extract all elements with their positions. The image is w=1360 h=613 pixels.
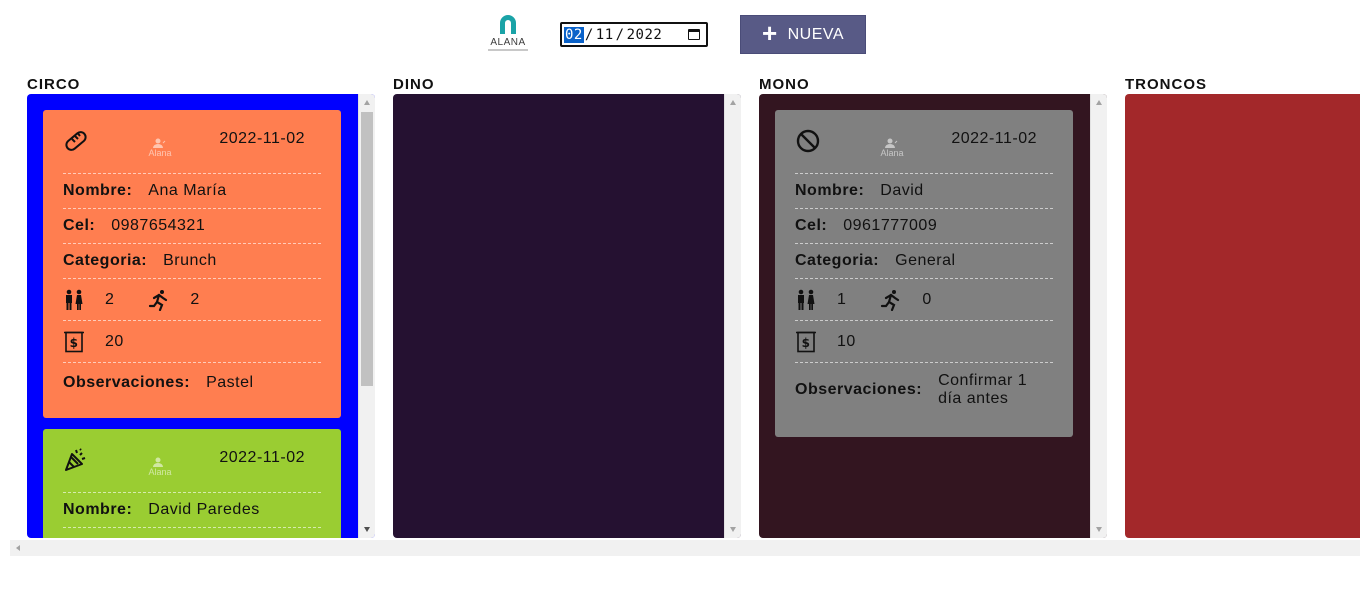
assigned-user: Alana (877, 138, 907, 158)
new-reservation-button[interactable]: + NUEVA (740, 15, 866, 54)
scroll-up-arrow-icon[interactable] (730, 100, 736, 105)
scroll-up-arrow-icon[interactable] (364, 100, 370, 105)
assigned-user: Alana (145, 457, 175, 477)
bill-icon: $ (795, 331, 817, 353)
adults-icon (63, 289, 85, 311)
scroll-down-arrow-icon[interactable] (730, 527, 736, 532)
user-icon (153, 138, 166, 148)
column-circo: CIRCO Alana 2022-11-02 Nombre: Ana María… (10, 72, 375, 538)
observaciones-label: Observaciones: (795, 381, 923, 398)
reservation-card[interactable]: Alana 2022-11-02 Nombre: David Paredes (43, 429, 341, 538)
brand-logo[interactable]: ALANA (486, 10, 530, 54)
cel-label: Cel: (795, 217, 828, 234)
reservation-board: CIRCO Alana 2022-11-02 Nombre: Ana María… (10, 72, 1360, 540)
date-month-segment[interactable]: 11 (595, 27, 615, 43)
column-body[interactable] (1125, 94, 1360, 538)
plus-icon: + (761, 18, 778, 48)
bill-icon: $ (63, 331, 85, 353)
adults-count: 1 (837, 290, 847, 308)
amount-value: 10 (837, 332, 856, 350)
card-date: 2022-11-02 (951, 130, 1037, 147)
column-body[interactable]: Alana 2022-11-02 Nombre: Ana María Cel: 09… (27, 94, 375, 538)
svg-text:$: $ (802, 336, 811, 350)
column-title: DINO (393, 76, 435, 93)
categoria-value: General (895, 252, 956, 269)
nombre-label: Nombre: (63, 182, 133, 199)
scroll-up-arrow-icon[interactable] (1096, 100, 1102, 105)
reservation-card[interactable]: Alana 2022-11-02 Nombre: Ana María Cel: 09… (43, 110, 341, 418)
card-date: 2022-11-02 (219, 449, 305, 466)
new-button-label: NUEVA (787, 25, 845, 43)
children-count: 2 (190, 290, 200, 308)
date-picker-input[interactable]: 02/11/2022 (560, 22, 708, 47)
running-child-icon (148, 289, 170, 311)
cel-label: Cel: (63, 217, 96, 234)
user-icon (885, 138, 898, 148)
scroll-down-arrow-icon[interactable] (1096, 527, 1102, 532)
amount-value: 20 (105, 332, 124, 350)
top-bar: ALANA 02/11/2022 + NUEVA (0, 0, 1360, 70)
column-troncos: TRONCOS (1108, 72, 1360, 538)
user-icon (153, 457, 163, 467)
reservation-card[interactable]: Alana 2022-11-02 Nombre: David Cel: 096177… (775, 110, 1073, 437)
observaciones-value: Confirmar 1 día antes (938, 372, 1028, 407)
vertical-scrollbar[interactable] (1090, 94, 1107, 538)
alana-logo-icon (500, 15, 516, 34)
svg-text:$: $ (70, 336, 79, 350)
date-day-segment[interactable]: 02 (564, 26, 584, 43)
assigned-user: Alana (145, 138, 175, 158)
date-year-segment[interactable]: 2022 (626, 27, 664, 43)
column-title: CIRCO (27, 76, 81, 93)
column-dino: DINO (376, 72, 741, 538)
cel-value: 0987654321 (111, 217, 206, 234)
column-body[interactable]: Alana 2022-11-02 Nombre: David Cel: 096177… (759, 94, 1107, 538)
categoria-label: Categoria: (795, 252, 880, 269)
brand-name: ALANA (490, 37, 526, 48)
bread-icon (65, 131, 87, 151)
column-mono: MONO Alana 2022-11-02 Nombre: David Cel: 0… (742, 72, 1107, 538)
running-child-icon (880, 289, 902, 311)
vertical-scrollbar[interactable] (724, 94, 741, 538)
categoria-label: Categoria: (63, 252, 148, 269)
observaciones-label: Observaciones: (63, 374, 191, 391)
brand-tagline-decoration (488, 49, 528, 51)
scrollbar-thumb[interactable] (361, 112, 373, 386)
party-popper-icon (65, 448, 86, 471)
adults-count: 2 (105, 290, 115, 308)
observaciones-value: Pastel (206, 374, 254, 391)
categoria-value: Brunch (163, 252, 217, 269)
children-count: 0 (922, 290, 932, 308)
column-body[interactable] (393, 94, 741, 538)
cel-value: 0961777009 (843, 217, 938, 234)
scroll-left-arrow-icon[interactable] (16, 545, 20, 551)
vertical-scrollbar[interactable] (358, 94, 375, 538)
prohibited-icon (796, 129, 820, 153)
card-date: 2022-11-02 (219, 130, 305, 147)
scroll-down-arrow-icon[interactable] (364, 527, 370, 532)
nombre-label: Nombre: (63, 501, 133, 518)
column-title: TRONCOS (1125, 76, 1207, 93)
calendar-icon[interactable] (688, 29, 700, 40)
adults-icon (795, 289, 817, 311)
column-title: MONO (759, 76, 810, 93)
nombre-value: David Paredes (148, 501, 260, 518)
nombre-label: Nombre: (795, 182, 865, 199)
nombre-value: Ana María (148, 182, 227, 199)
nombre-value: David (880, 182, 924, 199)
horizontal-scrollbar[interactable] (10, 540, 1360, 556)
